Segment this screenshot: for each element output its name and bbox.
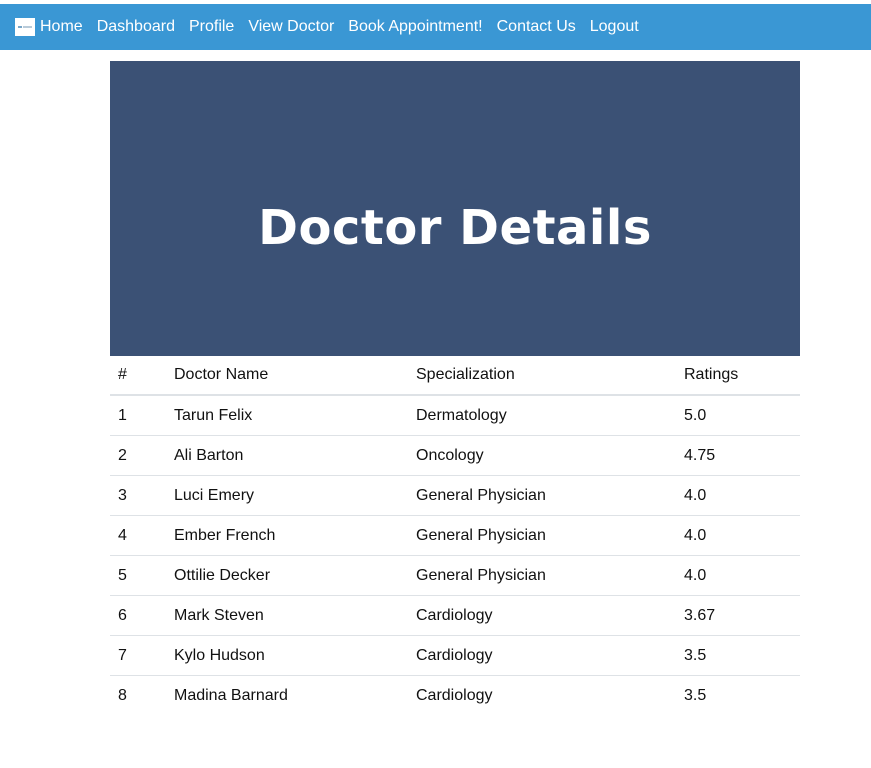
header-specialization: Specialization xyxy=(408,356,676,396)
specialization: Cardiology xyxy=(408,635,676,676)
table-row: 3 Luci Emery General Physician 4.0 xyxy=(110,475,800,516)
specialization: General Physician xyxy=(408,475,676,516)
nav-book-appointment-link[interactable]: Book Appointment! xyxy=(348,18,482,36)
row-number: 5 xyxy=(110,555,166,596)
specialization: Cardiology xyxy=(416,686,493,704)
rating: 4.75 xyxy=(676,435,800,476)
header-number: # xyxy=(110,356,166,396)
doctor-name: Kylo Hudson xyxy=(166,635,408,676)
rating: 3.5 xyxy=(676,635,800,676)
rating: 4.0 xyxy=(676,515,800,556)
doctor-name: Madina Barnard xyxy=(174,686,288,704)
row-number: 8 xyxy=(118,686,127,704)
row-number: 3 xyxy=(110,475,166,516)
doctor-name: Mark Steven xyxy=(166,595,408,636)
table-row: 8 Madina Barnard Cardiology 3.5 xyxy=(110,676,800,716)
rating: 4.0 xyxy=(676,475,800,516)
rating: 5.0 xyxy=(676,395,800,436)
doctor-table-container: # Doctor Name Specialization Ratings 1 T… xyxy=(110,356,800,715)
nav-home-link[interactable]: Home xyxy=(40,18,83,36)
table-row: 2 Ali Barton Oncology 4.75 xyxy=(110,435,800,476)
rating: 3.5 xyxy=(684,686,707,704)
doctor-name: Ottilie Decker xyxy=(166,555,408,596)
header-ratings: Ratings xyxy=(676,356,800,396)
nav-view-doctor-link[interactable]: View Doctor xyxy=(248,18,334,36)
specialization: General Physician xyxy=(408,515,676,556)
table-row: 6 Mark Steven Cardiology 3.67 xyxy=(110,595,800,636)
row-number: 2 xyxy=(110,435,166,476)
nav-profile-link[interactable]: Profile xyxy=(189,18,234,36)
nav-links: Home Dashboard Profile View Doctor Book … xyxy=(40,18,653,36)
specialization: Oncology xyxy=(408,435,676,476)
specialization: General Physician xyxy=(408,555,676,596)
doctor-table: # Doctor Name Specialization Ratings 1 T… xyxy=(110,356,800,715)
page-title: Doctor Details xyxy=(258,199,652,256)
row-number: 6 xyxy=(110,595,166,636)
doctor-name: Luci Emery xyxy=(166,475,408,516)
rating: 4.0 xyxy=(676,555,800,596)
specialization: Dermatology xyxy=(408,395,676,436)
doctor-name: Ali Barton xyxy=(166,435,408,476)
table-row: 4 Ember French General Physician 4.0 xyxy=(110,515,800,556)
nav-dashboard-link[interactable]: Dashboard xyxy=(97,18,175,36)
nav-logout-link[interactable]: Logout xyxy=(590,18,639,36)
header-doctor-name: Doctor Name xyxy=(166,356,408,396)
brand-logo-graphic xyxy=(18,26,32,28)
specialization: Cardiology xyxy=(408,595,676,636)
brand-logo-icon[interactable] xyxy=(15,18,35,36)
row-number: 4 xyxy=(110,515,166,556)
navbar: Home Dashboard Profile View Doctor Book … xyxy=(0,4,871,50)
doctor-name: Tarun Felix xyxy=(166,395,408,436)
table-row: 5 Ottilie Decker General Physician 4.0 xyxy=(110,555,800,596)
table-header-row: # Doctor Name Specialization Ratings xyxy=(110,356,800,396)
row-number: 7 xyxy=(110,635,166,676)
hero-banner: Doctor Details xyxy=(110,61,800,356)
nav-contact-us-link[interactable]: Contact Us xyxy=(497,18,576,36)
row-number: 1 xyxy=(110,395,166,436)
doctor-name: Ember French xyxy=(166,515,408,556)
rating: 3.67 xyxy=(676,595,800,636)
table-row: 7 Kylo Hudson Cardiology 3.5 xyxy=(110,635,800,676)
table-row: 1 Tarun Felix Dermatology 5.0 xyxy=(110,395,800,436)
